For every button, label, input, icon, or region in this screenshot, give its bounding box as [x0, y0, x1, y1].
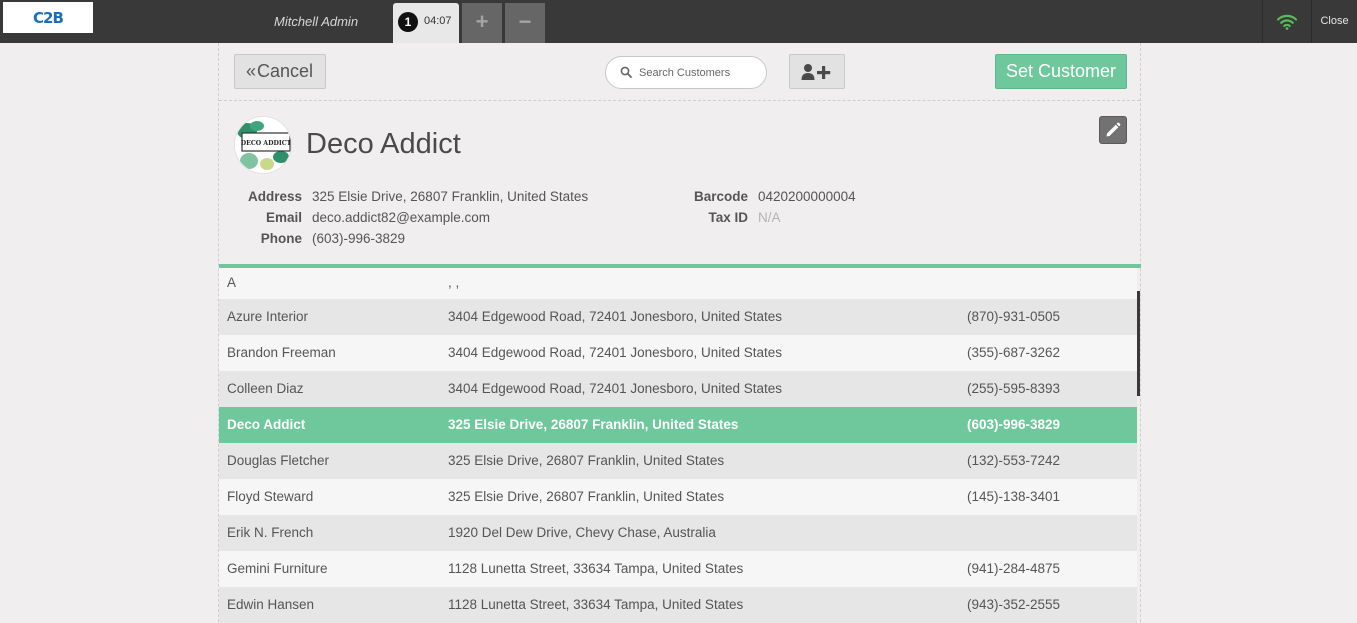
- customer-name-cell: Edwin Hansen: [227, 597, 315, 612]
- customer-name-cell: Gemini Furniture: [227, 561, 328, 576]
- add-customer-button[interactable]: [789, 54, 845, 89]
- add-order-button[interactable]: +: [462, 3, 502, 43]
- barcode-label: Barcode: [693, 189, 748, 204]
- taxid-value: N/A: [758, 210, 781, 225]
- user-name[interactable]: Mitchell Admin: [274, 14, 358, 29]
- table-row[interactable]: Gemini Furniture 1128 Lunetta Street, 336…: [219, 551, 1137, 587]
- customer-name-cell: Erik N. French: [227, 525, 314, 540]
- table-row[interactable]: Edwin Hansen 1128 Lunetta Street, 33634 T…: [219, 587, 1137, 623]
- search-box[interactable]: [605, 56, 767, 89]
- table-row[interactable]: Floyd Steward 325 Elsie Drive, 26807 Fran…: [219, 479, 1137, 515]
- pencil-icon: [1106, 122, 1121, 137]
- table-row[interactable]: Douglas Fletcher 325 Elsie Drive, 26807 F…: [219, 443, 1137, 479]
- close-button[interactable]: Close: [1311, 0, 1357, 43]
- phone-label: Phone: [260, 231, 302, 246]
- customer-address-cell: 3404 Edgewood Road, 72401 Jonesboro, Uni…: [448, 309, 782, 324]
- customer-avatar: DECO ADDICT: [234, 116, 292, 174]
- address-value: 325 Elsie Drive, 26807 Franklin, United …: [312, 189, 589, 204]
- customer-logo-text: DECO ADDICT: [241, 140, 292, 147]
- list-scrollbar[interactable]: [1137, 291, 1140, 396]
- customer-address-cell: , ,: [448, 275, 460, 290]
- customer-name: Deco Addict: [306, 128, 461, 160]
- barcode-value: 0420200000004: [758, 189, 856, 204]
- customer-address-cell: 3404 Edgewood Road, 72401 Jonesboro, Uni…: [448, 345, 782, 360]
- customer-address-cell: 325 Elsie Drive, 26807 Franklin, United …: [448, 417, 739, 432]
- cancel-button[interactable]: «Cancel: [234, 54, 326, 89]
- customer-phone-cell: (132)-553-7242: [967, 453, 1061, 468]
- connection-status[interactable]: [1262, 0, 1310, 43]
- customer-phone-cell: (145)-138-3401: [967, 489, 1061, 504]
- customer-screen: «Cancel Set Customer: [218, 43, 1141, 623]
- double-chevron-left-icon: «: [246, 61, 257, 81]
- customer-list: A , , Azure Interior 3404 Edgewood Road, 72…: [219, 268, 1137, 623]
- customer-address-cell: 1128 Lunetta Street, 33634 Tampa, United…: [448, 597, 744, 612]
- customer-phone-cell: (355)-687-3262: [967, 345, 1061, 360]
- order-time: 04:07: [424, 15, 452, 27]
- company-logo: C2B: [3, 2, 93, 33]
- edit-customer-button[interactable]: [1099, 116, 1127, 144]
- customer-address-cell: 325 Elsie Drive, 26807 Franklin, United …: [448, 489, 725, 504]
- address-label: Address: [247, 189, 302, 204]
- customer-address-cell: 325 Elsie Drive, 26807 Franklin, United …: [448, 453, 725, 468]
- set-customer-button[interactable]: Set Customer: [995, 54, 1127, 89]
- remove-order-button[interactable]: −: [505, 3, 545, 43]
- table-row[interactable]: Colleen Diaz 3404 Edgewood Road, 72401 Jo…: [219, 371, 1137, 407]
- table-row[interactable]: Azure Interior 3404 Edgewood Road, 72401 …: [219, 299, 1137, 335]
- phone-value: (603)-996-3829: [312, 231, 406, 246]
- order-tab[interactable]: 1 04:07: [393, 3, 459, 43]
- table-row-selected[interactable]: Deco Addict 325 Elsie Drive, 26807 Frankl…: [219, 407, 1137, 443]
- table-row[interactable]: A , ,: [219, 268, 1137, 299]
- customer-name-cell: Deco Addict: [227, 417, 306, 432]
- customer-logo-image: DECO ADDICT: [235, 117, 292, 173]
- customer-name-cell: A: [227, 275, 237, 290]
- customer-address-cell: 1920 Del Dew Drive, Chevy Chase, Austral…: [448, 525, 716, 540]
- customer-phone-cell: (941)-284-4875: [967, 561, 1061, 576]
- wifi-icon: [1276, 14, 1297, 30]
- customer-name-cell: Colleen Diaz: [227, 381, 304, 396]
- customer-phone-cell: (870)-931-0505: [967, 309, 1061, 324]
- logo-text: C2B: [33, 8, 64, 27]
- table-row[interactable]: Brandon Freeman 3404 Edgewood Road, 72401…: [219, 335, 1137, 371]
- customer-phone-cell: (943)-352-2555: [967, 597, 1061, 612]
- customer-address-cell: 3404 Edgewood Road, 72401 Jonesboro, Uni…: [448, 381, 782, 396]
- email-value: deco.addict82@example.com: [312, 210, 491, 225]
- customer-name-cell: Floyd Steward: [227, 489, 314, 504]
- cancel-label: Cancel: [257, 61, 314, 81]
- customer-name-cell: Douglas Fletcher: [227, 453, 330, 468]
- search-input[interactable]: [639, 64, 761, 82]
- search-icon: [620, 66, 632, 78]
- customer-details: DECO ADDICT Deco Addict Address 325 Elsi…: [219, 102, 1140, 264]
- taxid-label: Tax ID: [708, 210, 748, 225]
- customer-phone-cell: (603)-996-3829: [967, 417, 1061, 432]
- top-bar: C2B Mitchell Admin 1 04:07 + − Close: [0, 0, 1357, 43]
- table-row[interactable]: Erik N. French 1920 Del Dew Drive, Chevy …: [219, 515, 1137, 551]
- order-number: 1: [398, 12, 418, 32]
- customer-address-cell: 1128 Lunetta Street, 33634 Tampa, United…: [448, 561, 744, 576]
- customer-name-cell: Azure Interior: [227, 309, 309, 324]
- customer-phone-cell: (255)-595-8393: [967, 381, 1061, 396]
- customer-name-cell: Brandon Freeman: [227, 345, 336, 360]
- add-user-icon: [801, 63, 831, 80]
- control-bar: «Cancel Set Customer: [219, 43, 1140, 101]
- email-label: Email: [265, 210, 302, 225]
